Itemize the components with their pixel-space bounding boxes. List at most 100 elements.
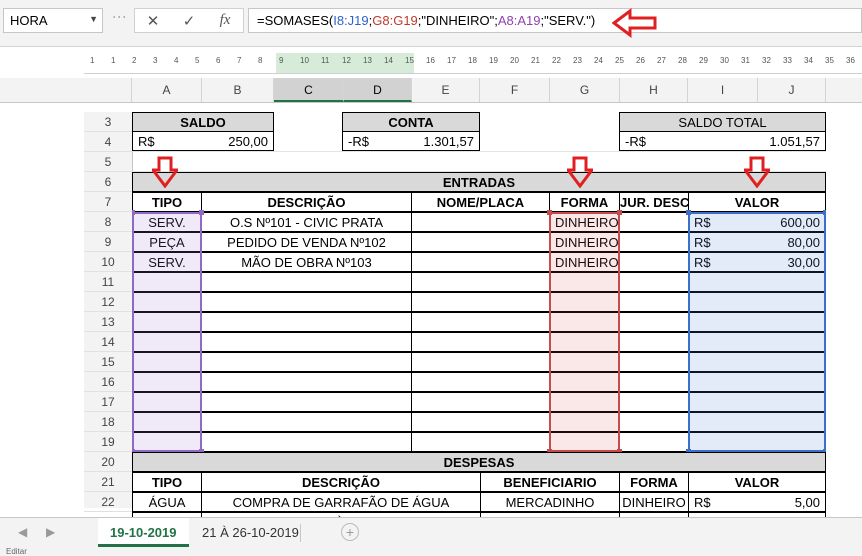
despesas-header-valor[interactable]: VALOR [688,472,826,492]
row-header-12[interactable]: 12 [84,292,132,312]
row-header-11[interactable]: 11 [84,272,132,292]
entradas-header-valor[interactable]: VALOR [688,192,826,212]
saldo-total-currency[interactable]: -R$ [619,131,689,151]
sheet-tab-active[interactable]: 19-10-2019 [98,518,189,547]
column-header-i[interactable]: I [688,78,758,102]
entradas-cell-nome[interactable] [411,272,550,292]
entradas-cell-nome[interactable] [411,352,550,372]
saldo-header[interactable]: SALDO [132,112,274,132]
range-handle[interactable] [617,210,622,215]
entradas-cell-nome[interactable] [411,372,550,392]
chevron-down-icon[interactable]: ▼ [89,14,98,24]
entradas-cell-descricao[interactable] [201,412,412,432]
despesas-header-descricao[interactable]: DESCRIÇÃO [201,472,481,492]
despesas-cell-valor[interactable]: 5,00 [757,492,826,512]
entradas-cell-descricao[interactable] [201,372,412,392]
row-header-7[interactable]: 7 [84,192,132,212]
entradas-header-tipo[interactable]: TIPO [132,192,202,212]
column-header-b[interactable]: B [202,78,274,102]
entradas-cell-descricao[interactable]: PEDIDO DE VENDA Nº102 [201,232,412,252]
conta-header[interactable]: CONTA [342,112,480,132]
row-header-18[interactable]: 18 [84,412,132,432]
cancel-icon[interactable]: ✕ [140,12,166,30]
despesas-cell-tipo[interactable]: ÁGUA [132,492,202,512]
saldo-currency[interactable]: R$ [132,131,202,151]
range-handle[interactable] [823,210,826,215]
despesas-header-forma[interactable]: FORMA [619,472,689,492]
entradas-cell-nome[interactable] [411,332,550,352]
entradas-cell-jur[interactable] [619,392,689,412]
sheet-tab-2[interactable]: 21 À 26-10-2019 [190,518,311,547]
entradas-cell-descricao[interactable] [201,432,412,452]
row-header-13[interactable]: 13 [84,312,132,332]
column-header-f[interactable]: F [480,78,550,102]
range-handle[interactable] [199,210,204,215]
row-header-15[interactable]: 15 [84,352,132,372]
row-header-14[interactable]: 14 [84,332,132,352]
formula-input[interactable]: =SOMASES(I8:J19;G8:G19;"DINHEIRO";A8:A19… [248,8,862,33]
entradas-cell-descricao[interactable]: O.S Nº101 - CIVIC PRATA [201,212,412,232]
scroll-left-icon[interactable]: ◀ [18,525,27,539]
entradas-cell-descricao[interactable] [201,292,412,312]
saldo-total-header[interactable]: SALDO TOTAL [619,112,826,132]
column-header-d[interactable]: D [344,78,412,102]
column-header-e[interactable]: E [412,78,480,102]
entradas-cell-nome[interactable] [411,412,550,432]
entradas-cell-nome[interactable] [411,392,550,412]
entradas-cell-jur[interactable] [619,212,689,232]
row-header-9[interactable]: 9 [84,232,132,252]
entradas-cell-descricao[interactable]: MÃO DE OBRA Nº103 [201,252,412,272]
entradas-cell-jur[interactable] [619,292,689,312]
column-header-j[interactable]: J [758,78,826,102]
entradas-cell-jur[interactable] [619,432,689,452]
row-header-10[interactable]: 10 [84,252,132,272]
entradas-cell-jur[interactable] [619,272,689,292]
enter-icon[interactable]: ✓ [176,12,202,30]
range-handle[interactable] [547,210,552,215]
entradas-cell-descricao[interactable] [201,352,412,372]
column-header-a[interactable]: A [132,78,202,102]
row-header-22[interactable]: 22 [84,492,132,512]
entradas-cell-descricao[interactable] [201,272,412,292]
row-header-19[interactable]: 19 [84,432,132,452]
row-header-4[interactable]: 4 [84,132,132,152]
entradas-cell-descricao[interactable] [201,332,412,352]
row-header-21[interactable]: 21 [84,472,132,492]
entradas-cell-nome[interactable] [411,312,550,332]
entradas-cell-descricao[interactable] [201,392,412,412]
entradas-cell-jur[interactable] [619,232,689,252]
entradas-cell-nome[interactable] [411,432,550,452]
entradas-header-jur[interactable]: JUR. DESC [619,192,689,212]
entradas-cell-jur[interactable] [619,312,689,332]
row-header-17[interactable]: 17 [84,392,132,412]
row-header-16[interactable]: 16 [84,372,132,392]
entradas-title[interactable]: ENTRADAS [132,172,826,192]
row-header-8[interactable]: 8 [84,212,132,232]
drag-handle-icon[interactable]: ⋮ [112,10,128,24]
entradas-cell-jur[interactable] [619,412,689,432]
entradas-header-descricao[interactable]: DESCRIÇÃO [201,192,412,212]
range-handle[interactable] [132,210,135,215]
entradas-cell-nome[interactable] [411,252,550,272]
scroll-right-icon[interactable]: ▶ [46,525,55,539]
range-handle[interactable] [686,210,691,215]
despesas-header-tipo[interactable]: TIPO [132,472,202,492]
entradas-header-nome[interactable]: NOME/PLACA [411,192,550,212]
column-header-h[interactable]: H [620,78,688,102]
saldo-total-value[interactable]: 1.051,57 [688,131,826,151]
entradas-cell-jur[interactable] [619,352,689,372]
insert-function-icon[interactable]: fx [212,12,238,29]
despesas-cell-descricao[interactable]: COMPRA DE GARRAFÃO DE ÁGUA [201,492,481,512]
despesas-cell-forma[interactable]: DINHEIRO [619,492,689,512]
row-header-6[interactable]: 6 [84,172,132,192]
conta-currency[interactable]: -R$ [342,131,412,151]
column-header-c[interactable]: C [274,78,344,102]
entradas-cell-descricao[interactable] [201,312,412,332]
entradas-cell-jur[interactable] [619,252,689,272]
entradas-cell-nome[interactable] [411,292,550,312]
entradas-cell-jur[interactable] [619,372,689,392]
despesas-header-beneficiario[interactable]: BENEFICIARIO [480,472,620,492]
conta-value[interactable]: 1.301,57 [411,131,480,151]
name-box[interactable]: HORA ▼ [3,8,103,33]
despesas-cell-beneficiario[interactable]: MERCADINHO [480,492,620,512]
